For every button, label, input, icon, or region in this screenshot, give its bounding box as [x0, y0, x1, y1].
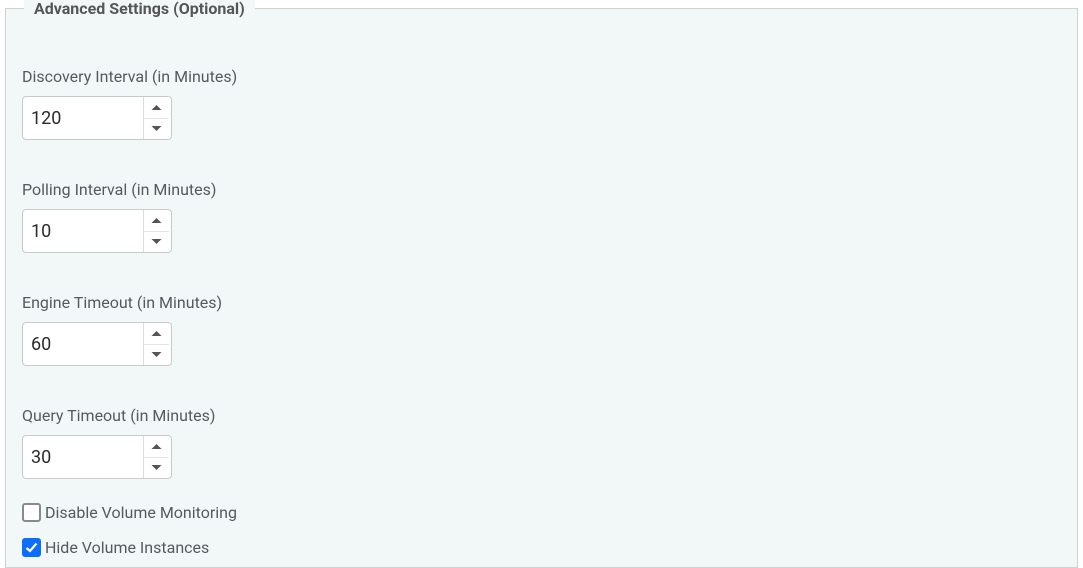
disable-volume-monitoring-row: Disable Volume Monitoring: [22, 503, 1061, 522]
engine-timeout-group: Engine Timeout (in Minutes): [22, 293, 1061, 366]
query-timeout-step-up[interactable]: [144, 436, 169, 458]
disable-volume-monitoring-checkbox[interactable]: [22, 503, 41, 522]
polling-interval-input-wrap: [22, 209, 172, 253]
engine-timeout-label: Engine Timeout (in Minutes): [22, 293, 1061, 312]
hide-volume-instances-label[interactable]: Hide Volume Instances: [45, 538, 209, 557]
discovery-interval-label: Discovery Interval (in Minutes): [22, 67, 1061, 86]
discovery-interval-input[interactable]: [23, 97, 143, 139]
query-timeout-input-wrap: [22, 435, 172, 479]
polling-interval-spinner: [143, 210, 169, 252]
engine-timeout-spinner: [143, 323, 169, 365]
chevron-down-icon: [151, 125, 162, 132]
chevron-up-icon: [151, 443, 162, 450]
chevron-down-icon: [151, 464, 162, 471]
hide-volume-instances-row: Hide Volume Instances: [22, 538, 1061, 557]
chevron-up-icon: [151, 104, 162, 111]
query-timeout-spinner: [143, 436, 169, 478]
polling-interval-input[interactable]: [23, 210, 143, 252]
polling-interval-step-up[interactable]: [144, 210, 169, 232]
polling-interval-group: Polling Interval (in Minutes): [22, 180, 1061, 253]
discovery-interval-spinner: [143, 97, 169, 139]
fieldset-legend: Advanced Settings (Optional): [24, 0, 255, 18]
engine-timeout-step-up[interactable]: [144, 323, 169, 345]
chevron-down-icon: [151, 351, 162, 358]
disable-volume-monitoring-label[interactable]: Disable Volume Monitoring: [45, 503, 237, 522]
discovery-interval-group: Discovery Interval (in Minutes): [22, 67, 1061, 140]
query-timeout-input[interactable]: [23, 436, 143, 478]
query-timeout-group: Query Timeout (in Minutes): [22, 406, 1061, 479]
discovery-interval-input-wrap: [22, 96, 172, 140]
discovery-interval-step-up[interactable]: [144, 97, 169, 119]
polling-interval-step-down[interactable]: [144, 232, 169, 253]
engine-timeout-input-wrap: [22, 322, 172, 366]
chevron-down-icon: [151, 238, 162, 245]
query-timeout-label: Query Timeout (in Minutes): [22, 406, 1061, 425]
query-timeout-step-down[interactable]: [144, 458, 169, 479]
engine-timeout-input[interactable]: [23, 323, 143, 365]
polling-interval-label: Polling Interval (in Minutes): [22, 180, 1061, 199]
discovery-interval-step-down[interactable]: [144, 119, 169, 140]
fieldset-body: Discovery Interval (in Minutes) Polling …: [6, 9, 1077, 567]
check-icon: [25, 542, 38, 553]
advanced-settings-fieldset: Advanced Settings (Optional) Discovery I…: [5, 8, 1078, 568]
chevron-up-icon: [151, 217, 162, 224]
hide-volume-instances-checkbox[interactable]: [22, 538, 41, 557]
engine-timeout-step-down[interactable]: [144, 345, 169, 366]
chevron-up-icon: [151, 330, 162, 337]
